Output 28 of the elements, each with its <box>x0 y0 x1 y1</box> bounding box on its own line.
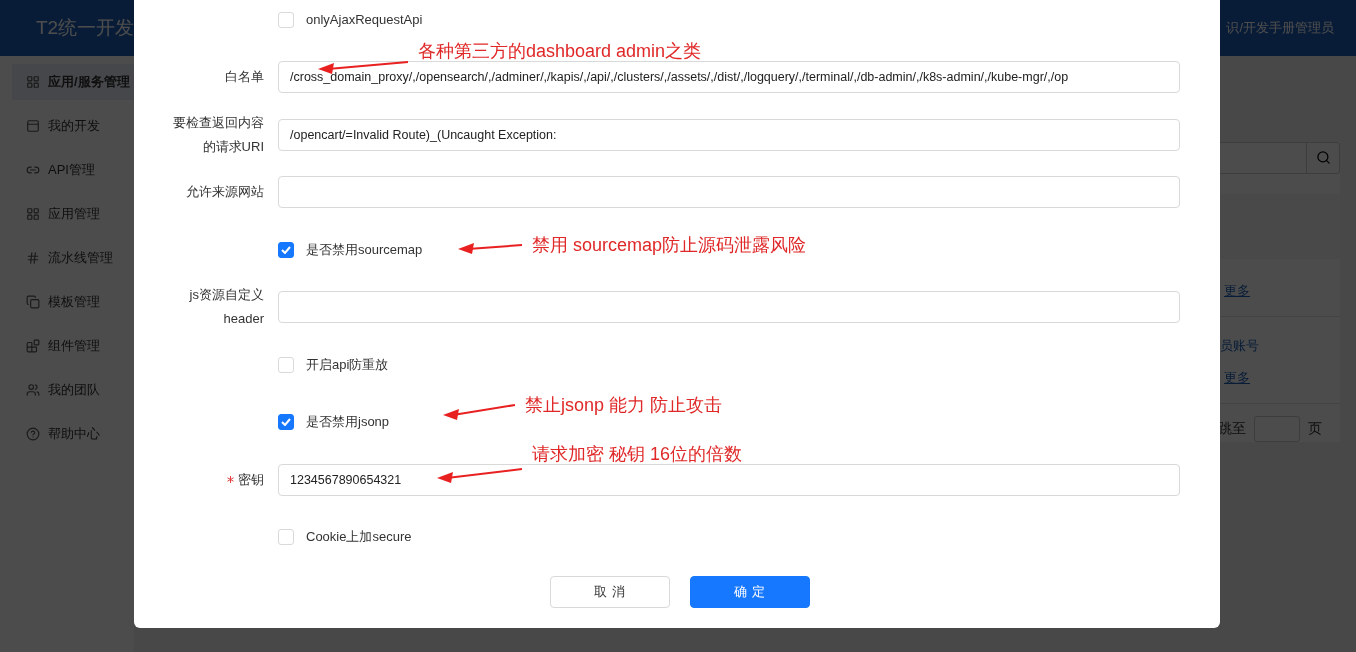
checkbox[interactable] <box>278 414 294 431</box>
page-label: 页 <box>1308 420 1322 438</box>
field-label: 要检查返回内容的请求URI <box>172 113 264 156</box>
annotation-text: 禁止jsonp 能力 防止攻击 <box>525 394 723 417</box>
input-field[interactable]: /cross_domain_proxy/,/opensearch/,/adminer/,/kapis/,/api/,/clusters/,/assets/,/dist/,/logquery/,/terminal/,/db-admin/,/k8s-admin/,/kube-mgr/,/op <box>278 61 1180 94</box>
input-field[interactable]: /opencart/=Invalid Route)_(Uncaught Exception: <box>278 118 1180 151</box>
checkbox-label: onlyAjaxRequestApi <box>306 12 423 28</box>
confirm-button[interactable]: 确 定 <box>690 576 810 608</box>
annotation-text: 请求加密 秘钥 16位的倍数 <box>532 443 743 466</box>
cancel-button[interactable]: 取 消 <box>550 576 670 608</box>
check-icon <box>281 418 291 427</box>
field-label: js资源自定义header <box>188 286 264 329</box>
input-field[interactable] <box>278 176 1180 209</box>
input-field[interactable] <box>278 291 1180 324</box>
input-field[interactable]: 1234567890654321 <box>278 463 1180 496</box>
annotation-text: 各种第三方的dashboard admin之类 <box>418 40 702 63</box>
checkbox-label: 是否禁用jsonp <box>306 413 390 432</box>
field-label: 密钥 <box>238 470 264 489</box>
field-label: 允许来源网站 <box>186 183 264 202</box>
app-title: T2统一开发 <box>36 16 135 40</box>
arrow <box>458 241 524 255</box>
check-icon <box>281 245 291 254</box>
checkbox-label: 是否禁用sourcemap <box>306 240 423 259</box>
checkbox[interactable] <box>278 241 294 258</box>
checkbox-label: 开启api防重放 <box>306 355 389 374</box>
annotation-text: 禁用 sourcemap防止源码泄露风险 <box>532 234 807 257</box>
checkbox-label: Cookie上加secure <box>306 528 412 547</box>
field-label: 白名单 <box>225 68 264 87</box>
